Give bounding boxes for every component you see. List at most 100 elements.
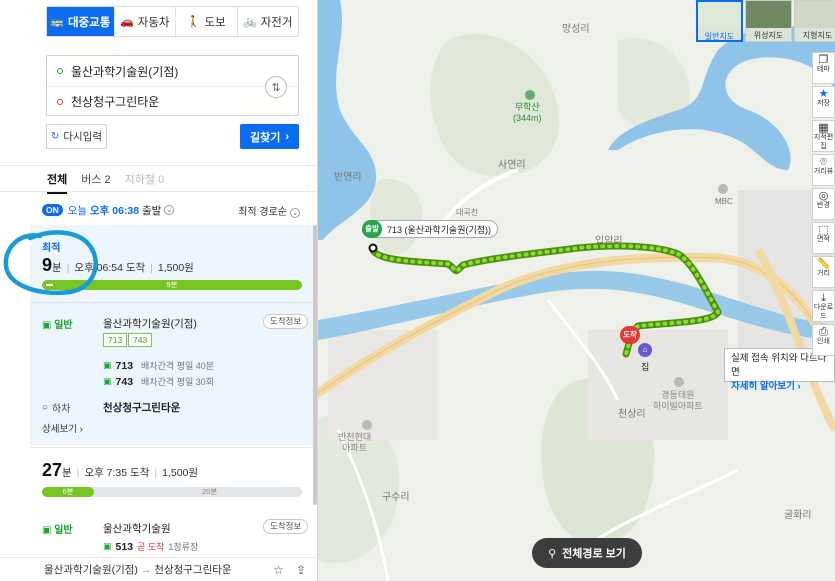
home-label: 집 [641, 362, 650, 372]
tab-all[interactable]: 전체 [47, 171, 68, 194]
map-type-terrain[interactable]: 지형지도 [794, 0, 835, 42]
duration-bar: 6분 20분 [42, 487, 302, 497]
map-label: 입암리 [595, 236, 623, 247]
origin-dot-icon [57, 68, 63, 74]
mode-bike-tab[interactable]: 🚲 자전거 [236, 7, 298, 36]
route-summary: 27 분 | 오후 7:35 도착 | 1,500원 [42, 460, 199, 480]
full-route-button[interactable]: ⚲ 전체경로 보기 [532, 538, 642, 568]
transport-mode-tabs: 🚌 대중교통 🚗 자동차 🚶 도보 🚲 자전거 [46, 6, 299, 37]
download-icon: ⤓ [821, 292, 826, 304]
share-icon[interactable]: ⇪ [296, 563, 306, 577]
origin-field[interactable]: 울산과학기술원(기점) [47, 56, 298, 86]
bus-icon: ▣ [103, 376, 112, 386]
area-icon: ⬚ [818, 224, 829, 236]
map-type-normal[interactable]: 일반지도 [696, 0, 743, 42]
route-inputs: 울산과학기술원(기점) 천상청구그린타운 ⇅ [46, 55, 299, 116]
map-label: 대곡천 [456, 208, 479, 217]
duration: 27 [42, 460, 63, 480]
destination-dot-icon [57, 98, 63, 105]
walk-segment: 6분 [42, 487, 94, 497]
star-icon: ★ [818, 88, 829, 100]
depart-day[interactable]: 오늘 [68, 203, 87, 218]
car-icon: 🚗 [120, 16, 134, 28]
save-tool[interactable]: ★ 저장 [812, 86, 835, 118]
depart-time[interactable]: 오후 06:38 [90, 203, 139, 218]
map-label: 천상리 [618, 409, 646, 420]
bus-row[interactable]: ▣ 743 배차간격 평일 30회 [103, 375, 214, 388]
grid-icon: ▦ [818, 122, 829, 134]
reset-button[interactable]: ↻ 다시입력 [46, 124, 107, 149]
board-stop: 울산과학기술원(기점) [103, 318, 197, 330]
arrival-time: 오후 7:35 도착 [84, 467, 150, 479]
tab-subway[interactable]: 지하철 0 [125, 171, 165, 187]
swap-icon[interactable]: ⇅ [265, 76, 287, 98]
scrollbar[interactable] [313, 225, 317, 505]
apartment-label: 경동테원 하이빌아파트 [653, 390, 703, 411]
print-tool[interactable]: ⎙ 인쇄 [812, 324, 835, 356]
tab-bus[interactable]: 버스 2 [81, 171, 110, 187]
bus-row[interactable]: ▣ 513 곧 도착 1정류장 [103, 540, 198, 553]
streetview-tool[interactable]: ⌾ 거리뷰 [812, 154, 835, 186]
print-icon: ⎙ [819, 326, 828, 338]
theme-tool[interactable]: ❐ 테마 [812, 52, 835, 84]
download-tool[interactable]: ⤓ 다운로드 [812, 290, 835, 322]
board-stop: 울산과학기술원 [103, 523, 171, 535]
area-tool[interactable]: ⬚ 면적 [812, 222, 835, 254]
board-label: ▣ 일반 [42, 320, 73, 331]
mode-transit-tab[interactable]: 🚌 대중교통 [47, 7, 114, 36]
star-icon[interactable]: ☆ [273, 563, 284, 577]
start-tag: 출발 [362, 220, 382, 238]
map-type-satellite[interactable]: 위성지도 [745, 0, 792, 42]
bus-row[interactable]: ▣ 713 배차간격 평일 40분 [103, 359, 214, 372]
sort-select[interactable]: 최적 경로순 ⌄ [238, 203, 300, 218]
arrival-info-button[interactable]: 도착정보 [263, 314, 309, 329]
distance-tool[interactable]: 📏 거리 [812, 256, 835, 288]
home-icon[interactable]: ⌂ [638, 343, 652, 357]
bike-icon: 🚲 [243, 16, 257, 28]
apartment-label: 반천현대 아파트 [338, 432, 372, 453]
mode-walk-tab[interactable]: 🚶 도보 [175, 7, 236, 36]
route-icon: ⚲ [548, 547, 557, 560]
mode-car-tab[interactable]: 🚗 자동차 [113, 7, 175, 36]
destination-field[interactable]: 천상청구그린타운 [47, 86, 298, 116]
map-view[interactable]: 망성리 사연리 반연리 대곡천 입암리 천상리 구수리 굴화리 MBC 무학산(… [318, 0, 835, 581]
start-marker[interactable]: 출발 713 (울산과학기술원(기점)) [362, 220, 499, 238]
learn-more-link[interactable]: 자세히 알아보기 › [731, 380, 828, 394]
circle-annotation [3, 230, 98, 296]
bus-icon: 🚌 [50, 16, 64, 28]
ruler-icon: 📏 [816, 258, 831, 270]
arrival-info-button[interactable]: 도착정보 [263, 519, 309, 534]
chevron-right-icon: › [285, 130, 290, 143]
chevron-down-icon[interactable]: ⌄ [164, 205, 175, 215]
radius-icon: ◎ [818, 190, 829, 202]
on-badge[interactable]: ON [42, 204, 63, 216]
alight-dot-icon: ○ [42, 402, 49, 413]
mountain-label: 무학산 (344m) [513, 102, 542, 123]
departure-bar: ON 오늘 오후 06:38 출발 ⌄ 최적 경로순 ⌄ [42, 202, 300, 218]
alight-stop: 천상청구그린타운 [103, 402, 181, 414]
end-marker[interactable]: 도착 [620, 326, 640, 344]
bus-icon: ▣ [103, 541, 112, 551]
map-label: 망성리 [562, 24, 590, 35]
alight-label: ○ 하차 [42, 402, 71, 415]
board-label: ▣ 일반 [42, 525, 73, 536]
bus-chip[interactable]: 743 [128, 333, 153, 347]
bus-chip[interactable]: 713 [103, 333, 128, 347]
map-toolbar: ❐ 테마 ★ 저장 ▦ 지적편집 ⌾ 거리뷰 ◎ 반경 ⬚ 면적 📏 거리 ⤓ 다운로드 ⎙ 인쇄 [812, 52, 835, 356]
layers-icon: ❐ [818, 54, 829, 66]
route-result-card[interactable]: 27 분 | 오후 7:35 도착 | 1,500원 6분 20분 ▣ 일반 울산… [30, 447, 313, 557]
result-tabs: 전체 버스 2 지하철 0 [0, 165, 317, 194]
cadastral-tool[interactable]: ▦ 지적편집 [812, 120, 835, 152]
map-label: 구수리 [382, 492, 410, 503]
map-type-switcher: 일반지도 위성지도 지형지도 [696, 0, 835, 42]
find-route-button[interactable]: 길찾기 › [240, 124, 299, 149]
details-link[interactable]: 상세보기 › [42, 421, 83, 435]
refresh-icon: ↻ [50, 131, 60, 142]
radius-tool[interactable]: ◎ 반경 [812, 188, 835, 220]
chevron-down-icon: ⌄ [290, 207, 300, 218]
depart-suffix: 출발 [142, 204, 162, 217]
map-label: 사연리 [498, 160, 526, 171]
map-label: 굴화리 [784, 510, 812, 521]
route-footer: 울산과학기술원(기점) → 천상청구그린타운 ☆ ⇪ [0, 557, 317, 581]
walk-icon: 🚶 [186, 16, 201, 28]
